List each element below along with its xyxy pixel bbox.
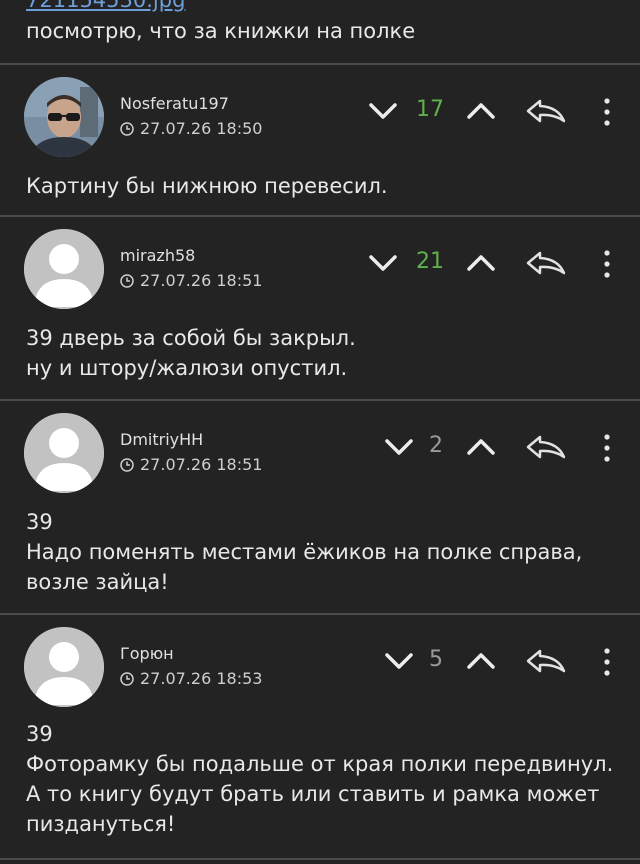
reply-icon[interactable] bbox=[524, 247, 568, 279]
reply-icon[interactable] bbox=[524, 645, 568, 677]
comment: mirazh58 27.07.26 18:51 21 39 дверь за с… bbox=[0, 217, 640, 401]
more-options-icon[interactable] bbox=[601, 249, 613, 279]
comment-score: 21 bbox=[416, 249, 444, 274]
comment-score: 2 bbox=[429, 433, 443, 458]
vote-down-icon[interactable] bbox=[368, 251, 398, 275]
avatar[interactable] bbox=[24, 229, 104, 309]
clock-icon bbox=[120, 122, 134, 136]
timestamp: 27.07.26 18:51 bbox=[120, 271, 262, 290]
default-user-icon bbox=[24, 413, 104, 493]
vote-up-icon[interactable] bbox=[466, 251, 496, 275]
timestamp: 27.07.26 18:50 bbox=[120, 119, 262, 138]
vote-up-icon[interactable] bbox=[466, 435, 496, 459]
timestamp: 27.07.26 18:53 bbox=[120, 669, 262, 688]
reply-icon[interactable] bbox=[524, 431, 568, 463]
reply-icon[interactable] bbox=[524, 95, 568, 127]
vote-up-icon[interactable] bbox=[466, 649, 496, 673]
image-link[interactable]: 721154530.jpg bbox=[26, 0, 185, 12]
vote-down-icon[interactable] bbox=[368, 99, 398, 123]
previous-comment-tail: 721154530.jpg посмотрю, что за книжки на… bbox=[0, 0, 640, 65]
comment-text: 39 дверь за собой бы закрыл. ну и штору/… bbox=[26, 326, 356, 380]
previous-comment-text: посмотрю, что за книжки на полке bbox=[26, 19, 416, 43]
avatar[interactable] bbox=[24, 413, 104, 493]
comment-text: 39 Фоторамку бы подальше от края полки п… bbox=[26, 722, 614, 836]
username[interactable]: mirazh58 bbox=[120, 246, 195, 265]
clock-icon bbox=[120, 458, 134, 472]
user-photo-avatar-icon bbox=[24, 77, 104, 157]
comment: DmitriyHH 27.07.26 18:51 2 39 Надо помен… bbox=[0, 401, 640, 615]
username[interactable]: Nosferatu197 bbox=[120, 94, 229, 113]
vote-down-icon[interactable] bbox=[384, 649, 414, 673]
username[interactable]: DmitriyHH bbox=[120, 430, 203, 449]
default-user-icon bbox=[24, 229, 104, 309]
comment-text: 39 Надо поменять местами ёжиков на полке… bbox=[26, 510, 583, 594]
avatar[interactable] bbox=[24, 627, 104, 707]
clock-icon bbox=[120, 274, 134, 288]
comment-text: Картину бы нижнюю перевесил. bbox=[26, 174, 388, 198]
vote-up-icon[interactable] bbox=[466, 99, 496, 123]
comment-score: 17 bbox=[416, 97, 444, 122]
comment-score: 5 bbox=[429, 647, 443, 672]
clock-icon bbox=[120, 672, 134, 686]
more-options-icon[interactable] bbox=[601, 97, 613, 127]
avatar[interactable] bbox=[24, 77, 104, 157]
default-user-icon bbox=[24, 627, 104, 707]
timestamp: 27.07.26 18:51 bbox=[120, 455, 262, 474]
vote-down-icon[interactable] bbox=[384, 435, 414, 459]
comment: Nosferatu197 27.07.26 18:50 17 Картину б… bbox=[0, 65, 640, 217]
more-options-icon[interactable] bbox=[601, 433, 613, 463]
more-options-icon[interactable] bbox=[601, 647, 613, 677]
comment: Горюн 27.07.26 18:53 5 39 Фоторамку бы п… bbox=[0, 615, 640, 860]
username[interactable]: Горюн bbox=[120, 644, 174, 663]
